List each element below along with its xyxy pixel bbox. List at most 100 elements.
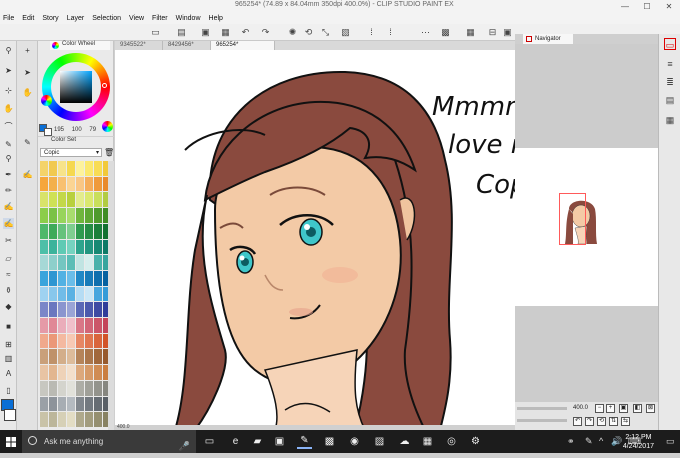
- color-swatch[interactable]: [40, 192, 48, 208]
- color-swatch[interactable]: [49, 161, 57, 176]
- grid-icon[interactable]: ⁞: [366, 27, 377, 38]
- color-swatch[interactable]: [94, 286, 102, 302]
- snap-ruler-icon[interactable]: ⋯: [420, 27, 431, 38]
- color-swatch[interactable]: [40, 208, 48, 223]
- color-swatch[interactable]: [49, 333, 57, 349]
- snap-grid-icon[interactable]: ▩: [440, 27, 451, 38]
- calculator-icon[interactable]: ▦: [420, 434, 435, 449]
- settings-gear-icon[interactable]: ⚙: [468, 434, 483, 449]
- color-swatch[interactable]: [58, 302, 66, 318]
- color-swatch[interactable]: [58, 412, 66, 427]
- color-swatch[interactable]: [40, 270, 48, 286]
- color-swatch[interactable]: [40, 161, 48, 176]
- color-swatch[interactable]: [49, 396, 57, 412]
- frame-tool-icon[interactable]: ▥: [3, 353, 14, 364]
- fit-view-icon[interactable]: ▣: [619, 404, 628, 413]
- color-swatch[interactable]: [49, 380, 57, 396]
- maximize-button[interactable]: ☐: [636, 0, 658, 12]
- decoration-tool-icon[interactable]: ✂: [3, 235, 14, 246]
- color-swatch[interactable]: [67, 396, 75, 412]
- color-swatch[interactable]: [58, 161, 66, 176]
- strip-pen-icon[interactable]: ✎: [22, 137, 33, 148]
- zoom-tool-icon[interactable]: ⚲: [3, 45, 14, 56]
- color-swatch[interactable]: [85, 286, 93, 302]
- color-swatch[interactable]: [40, 302, 48, 318]
- color-swatch[interactable]: [85, 176, 93, 192]
- ruler-icon[interactable]: ⁞: [385, 27, 396, 38]
- color-swatch[interactable]: [76, 255, 84, 270]
- color-swatch[interactable]: [49, 192, 57, 208]
- color-swatch[interactable]: [40, 318, 48, 333]
- close-button[interactable]: ✕: [658, 0, 680, 12]
- balloon-tool-icon[interactable]: ▯: [3, 385, 14, 396]
- layout-icon[interactable]: ▦: [465, 27, 476, 38]
- color-swatch[interactable]: [49, 302, 57, 318]
- color-swatch[interactable]: [67, 239, 75, 255]
- hand-tool-icon[interactable]: ✋: [3, 103, 14, 114]
- cortana-search-box[interactable]: Ask me anything 🎤: [22, 430, 196, 453]
- minimize-button[interactable]: —: [614, 0, 636, 12]
- color-swatch[interactable]: [76, 302, 84, 318]
- rotate-left-icon[interactable]: ↶: [573, 417, 582, 426]
- zoom-out-icon[interactable]: −: [595, 404, 604, 413]
- sub-color-swatch[interactable]: [4, 409, 16, 421]
- airbrush-tool-icon[interactable]: ✍: [3, 218, 14, 229]
- brush-tool-icon[interactable]: ✍: [3, 201, 14, 212]
- color-swatch[interactable]: [76, 380, 84, 396]
- strip-hand-icon[interactable]: ✋: [22, 87, 33, 98]
- color-swatch[interactable]: [40, 333, 48, 349]
- color-swatch[interactable]: [67, 302, 75, 318]
- chevron-up-icon[interactable]: ^: [599, 436, 603, 446]
- color-swatch[interactable]: [58, 208, 66, 223]
- open-file-icon[interactable]: ▤: [176, 27, 187, 38]
- pen-workspace-icon[interactable]: ✎: [585, 436, 593, 447]
- color-swatch[interactable]: [76, 270, 84, 286]
- color-swatch[interactable]: [40, 223, 48, 239]
- canvas-tab[interactable]: 8429456*: [163, 41, 211, 50]
- hsv-toggle-icon[interactable]: [102, 121, 113, 132]
- figure-tool-icon[interactable]: ⊞: [3, 339, 14, 350]
- color-swatch[interactable]: [67, 270, 75, 286]
- color-swatch[interactable]: [49, 239, 57, 255]
- color-swatch[interactable]: [49, 223, 57, 239]
- color-swatch[interactable]: [94, 333, 102, 349]
- color-swatch[interactable]: [40, 286, 48, 302]
- expand-icon[interactable]: ▣: [502, 27, 513, 38]
- color-swatch[interactable]: [94, 161, 102, 176]
- color-swatch[interactable]: [58, 380, 66, 396]
- color-swatch[interactable]: [58, 333, 66, 349]
- drop-tool-icon[interactable]: ◆: [3, 301, 14, 312]
- trash-icon[interactable]: 🗑: [104, 148, 114, 157]
- color-swatch[interactable]: [85, 412, 93, 427]
- color-swatch[interactable]: [76, 365, 84, 380]
- color-mode-icon[interactable]: [41, 95, 52, 106]
- menu-selection[interactable]: Selection: [92, 15, 121, 22]
- menu-view[interactable]: View: [129, 15, 144, 22]
- menu-layer[interactable]: Layer: [67, 15, 85, 22]
- color-swatch[interactable]: [94, 239, 102, 255]
- color-swatch[interactable]: [76, 396, 84, 412]
- color-swatch[interactable]: [49, 318, 57, 333]
- color-swatch[interactable]: [67, 192, 75, 208]
- color-swatch[interactable]: [40, 349, 48, 365]
- file-explorer-icon[interactable]: ▰: [250, 434, 265, 449]
- color-swatch[interactable]: [58, 192, 66, 208]
- color-swatch[interactable]: [67, 333, 75, 349]
- windows-logo-icon[interactable]: [0, 430, 22, 453]
- zoom-in-icon[interactable]: +: [606, 404, 615, 413]
- snap-icon[interactable]: ✺: [287, 27, 298, 38]
- eraser-tool-icon[interactable]: ▱: [3, 253, 14, 264]
- color-swatch[interactable]: [67, 223, 75, 239]
- color-swatch[interactable]: [58, 349, 66, 365]
- color-swatch[interactable]: [76, 349, 84, 365]
- color-swatch[interactable]: [49, 349, 57, 365]
- color-swatch[interactable]: [94, 208, 102, 223]
- menu-file[interactable]: File: [3, 15, 14, 22]
- navigator-preview[interactable]: [515, 148, 658, 306]
- color-swatch[interactable]: [94, 223, 102, 239]
- color-swatch[interactable]: [85, 192, 93, 208]
- color-swatch[interactable]: [76, 176, 84, 192]
- color-swatch[interactable]: [85, 349, 93, 365]
- color-swatch[interactable]: [67, 161, 75, 176]
- color-swatch[interactable]: [40, 255, 48, 270]
